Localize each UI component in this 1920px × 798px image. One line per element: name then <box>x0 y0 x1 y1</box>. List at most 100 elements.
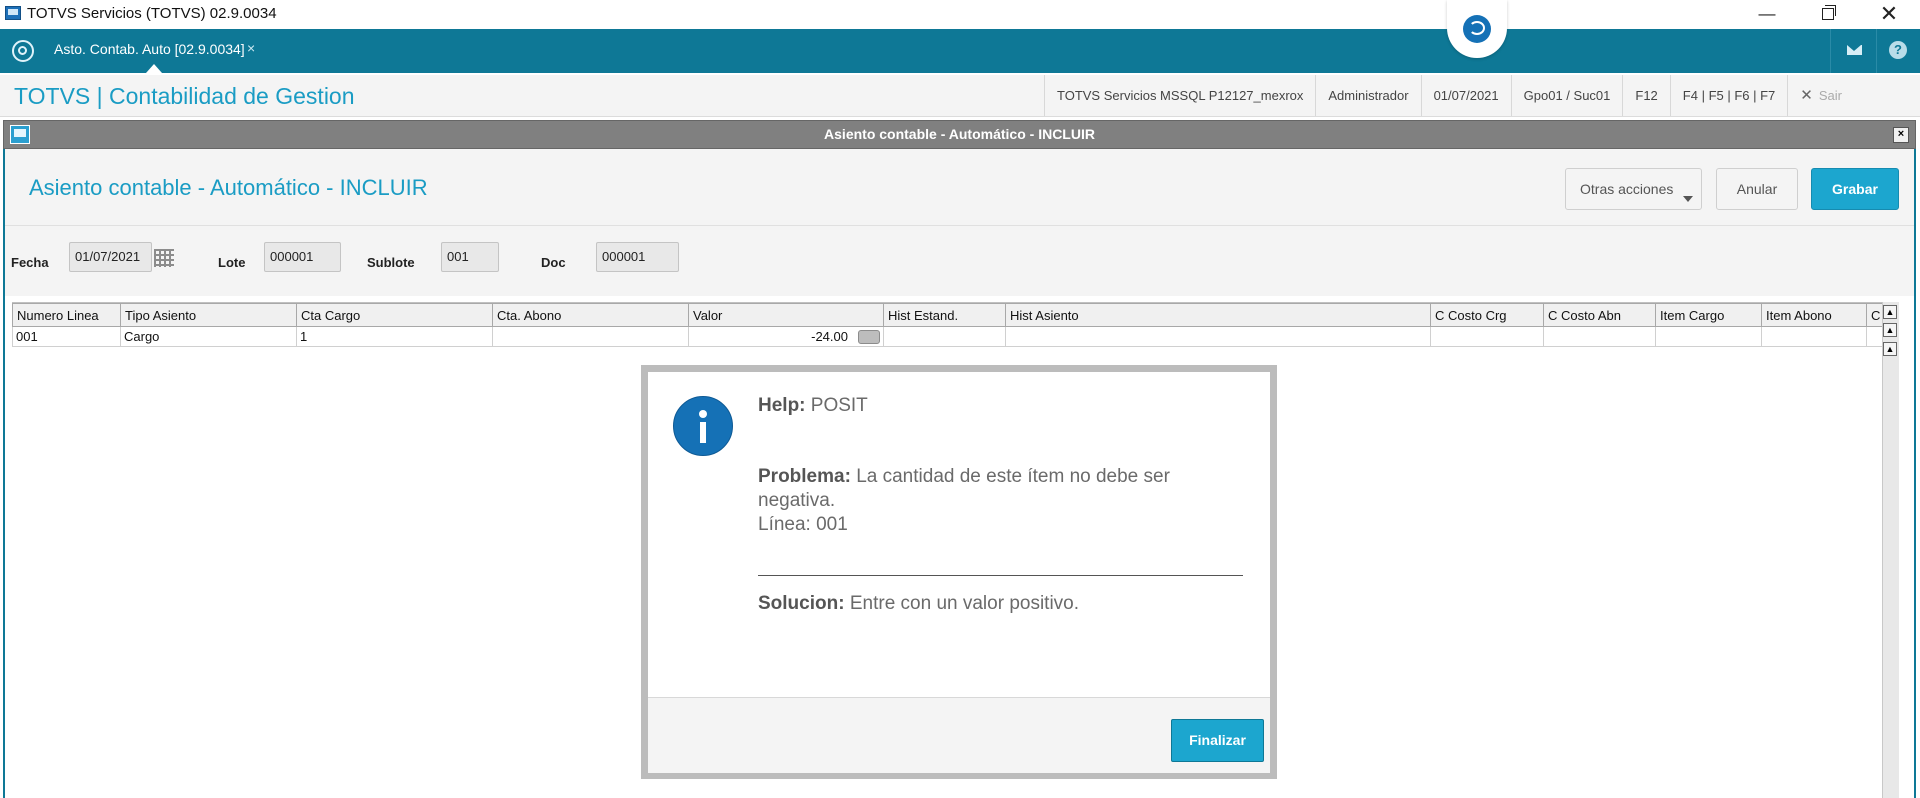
calendar-icon[interactable] <box>154 249 174 267</box>
status-date[interactable]: 01/07/2021 <box>1420 75 1511 116</box>
valor-value: -24.00 <box>811 328 848 344</box>
status-user[interactable]: Administrador <box>1315 75 1420 116</box>
module-title: TOTVS | Contabilidad de Gestion <box>14 83 355 109</box>
dialog-close-button[interactable]: × <box>1893 127 1909 143</box>
doc-field[interactable]: 000001 <box>596 242 679 272</box>
help-button[interactable]: ? <box>1878 29 1920 73</box>
table-cell[interactable]: 1 <box>296 326 493 347</box>
help-label: Help: <box>758 395 806 416</box>
tab-asto-contab-auto[interactable]: Asto. Contab. Auto [02.9.0034] <box>54 41 245 57</box>
scroll-page-up-icon[interactable]: ▲ <box>1883 323 1897 337</box>
divider <box>1876 29 1877 73</box>
info-dot <box>699 410 707 418</box>
help-value: POSIT <box>810 395 868 416</box>
column-header[interactable]: Item Abono <box>1761 303 1867 327</box>
table-cell[interactable] <box>1005 326 1431 347</box>
otras-acciones-label: Otras acciones <box>1580 181 1674 197</box>
scroll-up-icon[interactable]: ▲ <box>1883 342 1897 356</box>
status-environment[interactable]: TOTVS Servicios MSSQL P12127_mexrox <box>1044 75 1315 116</box>
table-cell[interactable] <box>1761 326 1867 347</box>
os-titlebar: TOTVS Servicios (TOTVS) 02.9.0034 — ✕ <box>0 0 1920 29</box>
status-function-keys[interactable]: F4 | F5 | F6 | F7 <box>1669 75 1788 116</box>
table-cell[interactable]: Cargo <box>120 326 297 347</box>
restore-button[interactable] <box>1800 0 1856 29</box>
column-header[interactable]: Numero Linea <box>12 303 121 327</box>
column-header[interactable]: Cta. Abono <box>492 303 689 327</box>
info-icon <box>673 396 733 456</box>
exit-button[interactable]: ✕ Sair <box>1787 75 1854 116</box>
grabar-button[interactable]: Grabar <box>1811 168 1899 210</box>
otras-acciones-button[interactable]: Otras acciones <box>1565 168 1702 210</box>
vertical-scrollbar[interactable] <box>1882 302 1899 798</box>
sublote-field[interactable]: 001 <box>441 242 499 272</box>
caret-down-icon <box>1683 196 1693 202</box>
column-header[interactable]: Hist Estand. <box>883 303 1006 327</box>
column-header[interactable]: C Costo Crg <box>1430 303 1544 327</box>
solucion-label: Solucion: <box>758 593 845 614</box>
help-code: Help: POSIT <box>758 394 868 418</box>
solution-text: Solucion: Entre con un valor positivo. <box>758 592 1079 616</box>
close-icon: ✕ <box>1879 1 1899 26</box>
valor-cell[interactable]: -24.00 <box>688 326 884 347</box>
header-fields: Fecha 01/07/2021 Lote 000001 Sublote 001… <box>5 226 1914 296</box>
module-header: TOTVS | Contabilidad de Gestion TOTVS Se… <box>0 75 1920 117</box>
help-icon: ? <box>1889 41 1907 59</box>
mail-button[interactable] <box>1832 29 1876 73</box>
column-header[interactable]: Valor <box>688 303 884 327</box>
chat-assistant-button[interactable] <box>1447 0 1507 58</box>
divider <box>1830 29 1831 73</box>
help-modal-footer: Finalizar <box>648 697 1270 773</box>
minimize-button[interactable]: — <box>1739 0 1795 29</box>
active-tab-pointer <box>146 64 162 73</box>
problema-text: La cantidad de este ítem no debe ser <box>856 466 1170 487</box>
close-icon: ✕ <box>1800 87 1813 104</box>
sublote-label: Sublote <box>367 255 415 270</box>
lote-label: Lote <box>218 255 246 270</box>
fecha-label: Fecha <box>11 255 49 270</box>
lote-field[interactable]: 000001 <box>264 242 341 272</box>
anular-button[interactable]: Anular <box>1716 168 1798 210</box>
finalizar-button[interactable]: Finalizar <box>1171 719 1264 762</box>
table-cell[interactable] <box>1543 326 1656 347</box>
table-cell[interactable] <box>1655 326 1762 347</box>
table-cell[interactable] <box>883 326 1006 347</box>
table-row[interactable]: 001 Cargo 1 -24.00 <box>12 326 1885 347</box>
calculator-icon[interactable] <box>858 330 880 345</box>
problem-text: Problema: La cantidad de este ítem no de… <box>758 465 1170 537</box>
status-f12[interactable]: F12 <box>1622 75 1669 116</box>
grid-header-row: Numero Linea Tipo Asiento Cta Cargo Cta.… <box>12 303 1886 327</box>
dialog-window-title: Asiento contable - Automático - INCLUIR <box>824 126 1095 142</box>
entries-grid: Numero Linea Tipo Asiento Cta Cargo Cta.… <box>12 303 1886 347</box>
os-window-title: TOTVS Servicios (TOTVS) 02.9.0034 <box>27 5 277 22</box>
divider <box>758 575 1243 576</box>
table-cell[interactable]: 001 <box>12 326 121 347</box>
table-cell[interactable] <box>492 326 689 347</box>
problema-text-2: negativa. <box>758 490 836 511</box>
column-header[interactable]: Cta Cargo <box>296 303 493 327</box>
close-window-button[interactable]: ✕ <box>1861 0 1917 29</box>
fecha-field[interactable]: 01/07/2021 <box>69 242 152 272</box>
problema-label: Problema: <box>758 466 851 487</box>
help-modal-body: Help: POSIT Problema: La cantidad de est… <box>648 372 1270 773</box>
column-header[interactable]: Hist Asiento <box>1005 303 1431 327</box>
mail-icon <box>1847 45 1862 55</box>
column-header[interactable]: C Costo Abn <box>1543 303 1656 327</box>
help-modal: Help: POSIT Problema: La cantidad de est… <box>641 365 1277 779</box>
doc-label: Doc <box>541 255 566 270</box>
info-bar <box>700 422 706 443</box>
dialog-header: Asiento contable - Automático - INCLUIR … <box>5 149 1914 226</box>
line-number: Línea: 001 <box>758 514 848 535</box>
tab-close-icon[interactable]: × <box>247 40 255 56</box>
totvs-logo-icon[interactable] <box>12 40 34 62</box>
app-tab-bar: Asto. Contab. Auto [02.9.0034] × ? <box>0 29 1920 73</box>
chat-icon <box>1463 15 1491 43</box>
exit-label: Sair <box>1818 88 1842 103</box>
scroll-top-icon[interactable]: ▲ <box>1883 305 1897 319</box>
column-header[interactable]: Item Cargo <box>1655 303 1762 327</box>
table-cell[interactable] <box>1430 326 1544 347</box>
restore-icon <box>1822 5 1836 20</box>
dialog-titlebar: Asiento contable - Automático - INCLUIR … <box>3 120 1916 149</box>
status-branch[interactable]: Gpo01 / Suc01 <box>1510 75 1623 116</box>
column-header[interactable]: Tipo Asiento <box>120 303 297 327</box>
app-window-icon <box>5 6 21 20</box>
